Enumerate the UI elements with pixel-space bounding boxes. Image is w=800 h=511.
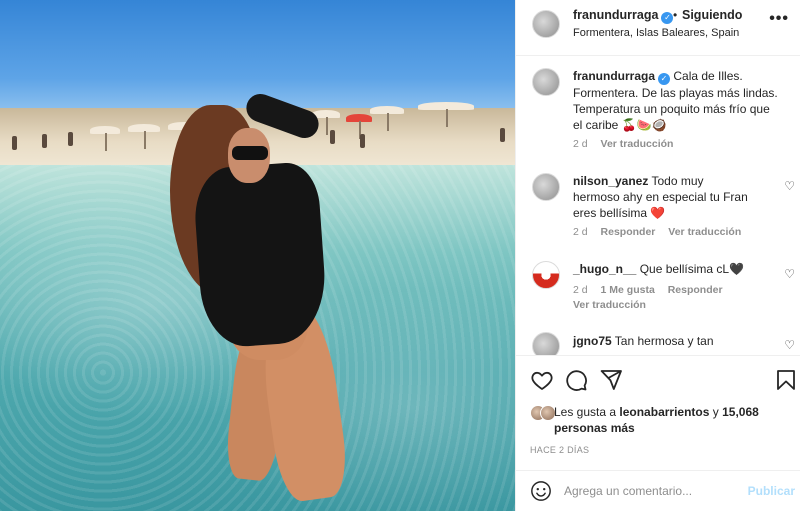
commenter-avatar[interactable] [532,332,560,355]
comment-body: nilson_yanez Todo muy hermoso ahy en esp… [573,173,753,221]
comment-text: Que bellísima cL🖤 [639,262,745,276]
translate-link[interactable]: Ver traducción [601,138,674,150]
comment-item: nilson_yanez Todo muy hermoso ahy en esp… [516,171,800,241]
comment-username[interactable]: nilson_yanez [573,174,648,188]
comment-body: jgno75 Tan hermosa y tan [573,333,753,349]
comment-time: 2 d [573,138,588,150]
subject-shirt [191,160,330,350]
caption-text: franundurraga ✓ Cala de Illes. Formentera… [573,68,778,133]
comment-item: jgno75 Tan hermosa y tan ♡ [516,332,800,355]
liker-username[interactable]: leonabarrientos [619,405,709,419]
bookmark-icon[interactable] [774,368,798,392]
photo-subject [0,0,515,511]
reply-link[interactable]: Responder [601,226,656,238]
post-side-panel: franundurraga ✓ • Siguiendo Formentera, I… [515,0,800,511]
commenter-avatar[interactable] [532,173,560,201]
comment-body: _hugo_n__ Que bellísima cL🖤 [573,261,753,277]
like-comment-heart-icon[interactable]: ♡ [784,338,795,352]
following-button[interactable]: Siguiendo [682,8,742,22]
comment-meta: 2 d Responder Ver traducción [573,226,751,238]
comment-text: Tan hermosa y tan [614,334,714,348]
comment-time: 2 d [573,226,588,238]
emoji-icon[interactable] [530,480,552,502]
caption-item: franundurraga ✓ Cala de Illes. Formentera… [516,66,800,156]
add-comment-bar: Publicar [516,470,800,511]
post-photo[interactable] [0,0,515,511]
comment-meta: 2 d Ver traducción [573,138,683,150]
comment-username[interactable]: franundurraga [573,69,655,83]
author-username[interactable]: franundurraga [573,8,658,22]
translate-link[interactable]: Ver traducción [573,299,646,311]
post-location[interactable]: Formentera, Islas Baleares, Spain [573,27,739,39]
comment-meta-extra: Ver traducción [573,299,656,311]
commenter-avatar[interactable] [532,261,560,289]
commenter-avatar[interactable] [532,68,560,96]
reply-link[interactable]: Responder [668,284,723,296]
likes-prefix: Les gusta a [554,405,617,419]
comment-item: _hugo_n__ Que bellísima cL🖤 2 d 1 Me gus… [516,259,800,319]
share-icon[interactable] [599,368,623,392]
post-actions: Les gusta a leonabarrientos y 15,068 per… [516,355,800,510]
verified-icon: ✓ [658,73,671,85]
separator-dot: • [673,8,678,22]
comment-input[interactable] [564,481,744,501]
comment-meta: 2 d 1 Me gusta Responder [573,284,733,296]
publish-button[interactable]: Publicar [748,484,795,498]
post-header: franundurraga ✓ • Siguiendo Formentera, I… [516,0,800,56]
translate-link[interactable]: Ver traducción [668,226,741,238]
verified-icon: ✓ [661,12,674,24]
comment-likes-link[interactable]: 1 Me gusta [601,284,655,296]
post-time-ago[interactable]: HACE 2 DÍAS [530,445,589,455]
comment-time: 2 d [573,284,588,296]
heart-icon[interactable] [530,368,554,392]
more-options-icon[interactable]: ••• [769,10,789,28]
likes-summary: Les gusta a leonabarrientos y 15,068 per… [554,404,794,436]
likes-conjunction: y [712,405,719,419]
like-comment-heart-icon[interactable]: ♡ [784,179,795,193]
comment-username[interactable]: _hugo_n__ [573,262,636,276]
subject-sunglasses [232,146,268,160]
comment-username[interactable]: jgno75 [573,334,612,348]
author-avatar[interactable] [532,10,560,38]
author-name-row: franundurraga ✓ [573,8,674,24]
comments-list[interactable]: franundurraga ✓ Cala de Illes. Formentera… [516,57,800,355]
comment-icon[interactable] [564,368,588,392]
like-comment-heart-icon[interactable]: ♡ [784,267,795,281]
